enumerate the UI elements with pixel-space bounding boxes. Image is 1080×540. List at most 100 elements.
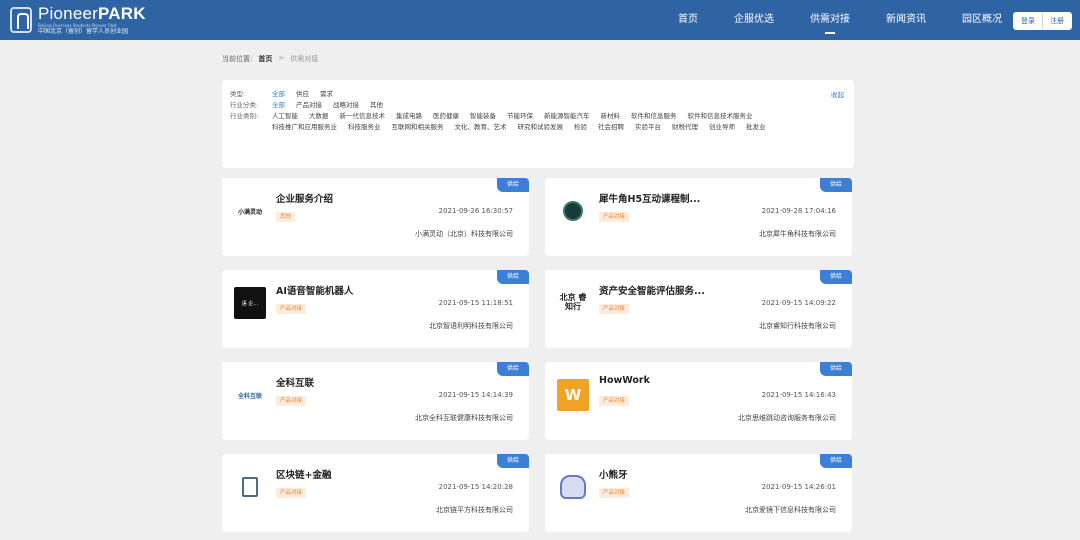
register-button[interactable]: 注册 <box>1042 13 1071 29</box>
listing-card[interactable]: 供给语 企… AI语音智能机器人 产品对接 2021-09-15 11:18:51 北京… <box>222 270 529 348</box>
listing-card[interactable]: 供给区块链+金融产品对接 2021-09-15 14:20:28 北京链平方科技有限… <box>222 454 529 532</box>
supply-tag: 供给 <box>497 362 529 376</box>
logo-wordmark: 小满灵动 <box>237 208 262 216</box>
company-name: 小满灵动（北京）科技有限公司 <box>415 230 513 238</box>
filter-option[interactable]: 文化、教育、艺术 <box>455 122 507 133</box>
filter-option[interactable]: 研究和试验发展 <box>518 122 564 133</box>
filter-option[interactable]: 供应 <box>296 89 309 100</box>
logo-wordmark: 北京 睿知行 <box>559 293 587 311</box>
filter-option[interactable]: 全部 <box>272 100 285 111</box>
listing-date: 2021-09-15 14:26:01 <box>761 483 836 491</box>
main-nav: 首页 企服优选 供需对接 新闻资讯 园区概况 <box>660 0 1020 40</box>
listing-date: 2021-09-15 11:18:51 <box>438 299 513 307</box>
category-badge: 产品对接 <box>276 304 307 314</box>
breadcrumb-current: 供需对接 <box>290 55 319 63</box>
filter-row-label: 类型: <box>230 90 246 98</box>
listing-title[interactable]: HowWork <box>599 375 650 386</box>
filter-option[interactable]: 节能环保 <box>507 111 533 122</box>
company-logo: 小满灵动 <box>234 195 266 227</box>
pioneer-park-logo[interactable]: PioneerPARK Beijing Overseas Students Pi… <box>10 5 146 35</box>
login-button[interactable]: 登录 <box>1014 13 1042 29</box>
company-logo: 北京 睿知行 <box>557 287 589 319</box>
top-header: PioneerPARK Beijing Overseas Students Pi… <box>0 0 1080 40</box>
filter-option[interactable]: 科技服务业 <box>348 122 381 133</box>
company-name: 北京链平方科技有限公司 <box>436 506 513 514</box>
listing-date: 2021-09-15 14:20:28 <box>438 483 513 491</box>
filter-option[interactable]: 批发业 <box>746 122 766 133</box>
filter-option[interactable]: 其他 <box>370 100 383 111</box>
listing-title[interactable]: 犀牛角H5互动课程制... <box>599 191 700 205</box>
nav-enterprise-services[interactable]: 企服优选 <box>716 0 792 40</box>
company-logo: 全科互联 <box>234 379 266 411</box>
company-logo: W <box>557 379 589 411</box>
collapse-filter-button[interactable]: 收起 <box>831 89 844 99</box>
logo-wordmark: 全科互联 <box>237 392 262 400</box>
filter-option[interactable]: 大数据 <box>309 111 329 122</box>
listing-title[interactable]: 资产安全智能评估服务... <box>599 283 705 297</box>
company-name: 北京犀牛角科技有限公司 <box>759 230 836 238</box>
filter-option[interactable]: 医药健康 <box>433 111 459 122</box>
logo-text-block: PioneerPARK Beijing Overseas Students Pi… <box>38 5 146 35</box>
filter-option[interactable]: 检验 <box>574 122 587 133</box>
filter-option[interactable]: 智能装备 <box>470 111 496 122</box>
category-badge: 产品对接 <box>599 304 630 314</box>
logo-wordmark: 语 企… <box>241 300 259 307</box>
breadcrumb-separator: > <box>278 54 285 62</box>
category-badge: 产品对接 <box>276 488 307 498</box>
listing-card[interactable]: 供给 小满灵动 企业服务介绍 其他 2021-09-26 16:30:57 小满灵动（北京… <box>222 178 529 256</box>
filter-options: 全部 供应 需求 <box>272 89 812 100</box>
filter-option[interactable]: 集成电路 <box>396 111 422 122</box>
listing-title[interactable]: 小熊牙 <box>599 467 628 481</box>
breadcrumb: 当前位置: 首页 > 供需对接 <box>222 54 318 64</box>
supply-tag: 供给 <box>820 178 852 192</box>
listing-title[interactable]: AI语音智能机器人 <box>276 283 353 297</box>
filter-option[interactable]: 软件和信息服务 <box>631 111 677 122</box>
breadcrumb-home[interactable]: 首页 <box>258 54 272 64</box>
listing-title[interactable]: 全科互联 <box>276 375 314 389</box>
listing-card[interactable]: 供给 小熊牙 产品对接 2021-09-15 14:26:01 北京爱镜下信息科技有限公… <box>545 454 852 532</box>
filter-option[interactable]: 战略对接 <box>333 100 359 111</box>
filter-row-label: 行业分类: <box>230 101 259 109</box>
breadcrumb-prefix: 当前位置: <box>222 55 253 63</box>
filter-option[interactable]: 产品对接 <box>296 100 322 111</box>
supply-tag: 供给 <box>820 362 852 376</box>
listing-card[interactable]: 供给 北京 睿知行 资产安全智能评估服务... 产品对接 2021-09-15 14:0… <box>545 270 852 348</box>
filter-option[interactable]: 社会招聘 <box>598 122 624 133</box>
filter-option[interactable]: 需求 <box>320 89 333 100</box>
listing-date: 2021-09-15 14:09:22 <box>761 299 836 307</box>
nav-park-overview[interactable]: 园区概况 <box>944 0 1020 40</box>
listing-card[interactable]: 供给 全科互联 全科互联 产品对接 2021-09-15 14:14:39 北京全科互联健… <box>222 362 529 440</box>
filter-option[interactable]: 全部 <box>272 89 285 100</box>
supply-tag: 供给 <box>497 270 529 284</box>
nav-news[interactable]: 新闻资讯 <box>868 0 944 40</box>
listing-title[interactable]: 区块链+金融 <box>276 467 331 481</box>
filter-option[interactable]: 新一代信息技术 <box>340 111 386 122</box>
filter-option[interactable]: 互联网和相关服务 <box>392 122 444 133</box>
logo-name-light: Pioneer <box>38 4 98 23</box>
logo-mark-icon <box>10 7 32 33</box>
listing-date: 2021-09-28 17:04:16 <box>761 207 836 215</box>
listing-card[interactable]: 供给 W HowWork 产品对接 2021-09-15 14:16:43 北京思维跳动咨… <box>545 362 852 440</box>
filter-option[interactable]: 实验平台 <box>635 122 661 133</box>
rhino-logo-icon <box>563 201 583 221</box>
filter-option[interactable]: 科技推广和应用服务业 <box>272 122 337 133</box>
logo-letter: W <box>564 386 582 404</box>
listing-card[interactable]: 供给 犀牛角H5互动课程制... 产品对接 2021-09-28 17:04:16 北京… <box>545 178 852 256</box>
filter-option[interactable]: 新能源智能汽车 <box>544 111 590 122</box>
nav-supply-demand[interactable]: 供需对接 <box>792 0 868 40</box>
filter-options: 人工智能 大数据 新一代信息技术 集成电路 医药健康 智能装备 节能环保 新能源智能汽车 新材料… <box>272 111 812 133</box>
bear-logo-icon <box>560 475 586 499</box>
listing-title[interactable]: 企业服务介绍 <box>276 191 333 205</box>
filter-row: 类型: 全部 供应 需求 <box>230 89 846 100</box>
company-name: 北京全科互联健康科技有限公司 <box>415 414 513 422</box>
filter-option[interactable]: 创业导师 <box>709 122 735 133</box>
nav-home[interactable]: 首页 <box>660 0 716 40</box>
company-logo: 语 企… <box>234 287 266 319</box>
company-logo <box>557 195 589 227</box>
filter-option[interactable]: 财税代理 <box>672 122 698 133</box>
filter-option[interactable]: 人工智能 <box>272 111 298 122</box>
document-logo-icon <box>242 477 258 497</box>
filter-option[interactable]: 新材料 <box>601 111 621 122</box>
supply-tag: 供给 <box>497 454 529 468</box>
filter-option[interactable]: 软件和信息技术服务业 <box>688 111 753 122</box>
